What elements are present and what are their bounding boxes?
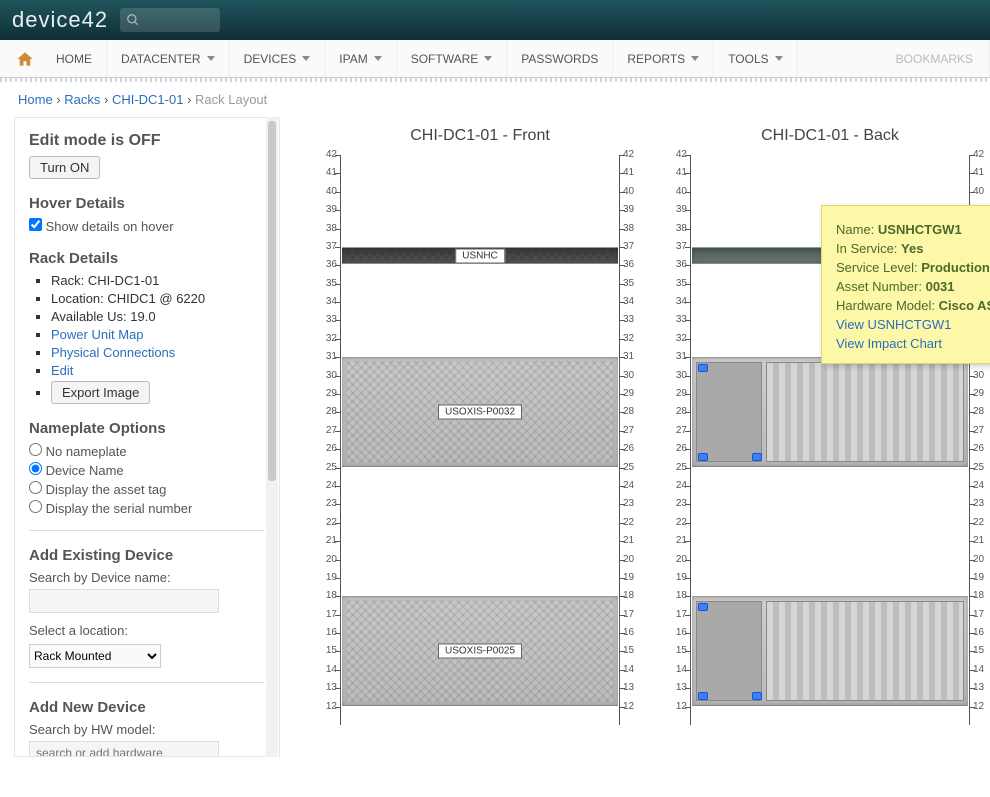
editmode-title: Edit mode is OFF (29, 132, 265, 150)
chevron-down-icon (775, 56, 783, 61)
search-icon (126, 13, 140, 27)
global-search[interactable] (120, 8, 220, 32)
nav-bookmarks[interactable]: BOOKMARKS (882, 40, 990, 77)
rack-area: CHI-DC1-01 - Front 424241414040393938383… (280, 117, 990, 757)
breadcrumb-racks[interactable]: Racks (64, 92, 100, 107)
breadcrumb-home[interactable]: Home (18, 92, 53, 107)
chevron-down-icon (302, 56, 310, 61)
rack-location: Location: CHIDC1 @ 6220 (51, 291, 265, 306)
search-device-label: Search by Device name: (29, 570, 265, 585)
search-hw-label: Search by HW model: (29, 722, 265, 737)
np-none[interactable]: No nameplate (29, 443, 265, 459)
nav-reports[interactable]: REPORTS (613, 40, 714, 77)
chevron-down-icon (374, 56, 382, 61)
top-bar: device42 (0, 0, 990, 40)
hover-checkbox-label[interactable]: Show details on hover (29, 218, 265, 234)
rack-device[interactable] (692, 357, 968, 466)
edit-link[interactable]: Edit (51, 363, 73, 378)
device-nameplate: USOXIS-P0032 (438, 404, 522, 419)
sidebar-scrollbar[interactable] (266, 117, 278, 757)
rack-back-title: CHI-DC1-01 - Back (690, 127, 970, 145)
device-nameplate: USNHC (455, 248, 505, 263)
tooltip-view-link[interactable]: View USNHCTGW1 (836, 317, 990, 332)
nav-datacenter[interactable]: DATACENTER (107, 40, 230, 77)
chevron-down-icon (207, 56, 215, 61)
export-image-button[interactable]: Export Image (51, 381, 150, 404)
device-tooltip: ✕ Name: USNHCTGW1 In Service: Yes Servic… (821, 205, 990, 364)
nav-software[interactable]: SOFTWARE (397, 40, 508, 77)
rack-front-title: CHI-DC1-01 - Front (340, 127, 620, 145)
np-device[interactable]: Device Name (29, 462, 265, 478)
search-hw-input[interactable] (29, 741, 219, 757)
breadcrumb-rack[interactable]: CHI-DC1-01 (112, 92, 184, 107)
rackdetails-title: Rack Details (29, 250, 265, 267)
chevron-down-icon (484, 56, 492, 61)
select-location-label: Select a location: (29, 623, 265, 638)
turn-on-button[interactable]: Turn ON (29, 156, 100, 179)
addnew-title: Add New Device (29, 699, 265, 716)
nav-ipam[interactable]: IPAM (325, 40, 396, 77)
power-unit-link[interactable]: Power Unit Map (51, 327, 143, 342)
hover-title: Hover Details (29, 195, 265, 212)
addexisting-title: Add Existing Device (29, 547, 265, 564)
rack-front: CHI-DC1-01 - Front 424241414040393938383… (340, 127, 620, 725)
np-serial[interactable]: Display the serial number (29, 500, 265, 516)
chevron-down-icon (691, 56, 699, 61)
home-icon[interactable] (8, 40, 42, 77)
physical-conn-link[interactable]: Physical Connections (51, 345, 175, 360)
location-select-1[interactable]: Rack Mounted (29, 644, 161, 668)
rack-device[interactable]: USOXIS-P0025 (342, 596, 618, 705)
hover-checkbox[interactable] (29, 218, 42, 231)
nav-home[interactable]: HOME (42, 40, 107, 77)
rack-device[interactable]: USOXIS-P0032 (342, 357, 618, 466)
rack-device[interactable]: USNHC (342, 247, 618, 264)
sidebar: Edit mode is OFF Turn ON Hover Details S… (14, 117, 280, 757)
nav-devices[interactable]: DEVICES (230, 40, 326, 77)
search-device-input[interactable] (29, 589, 219, 613)
nav-tools[interactable]: TOOLS (714, 40, 797, 77)
brand-logo: device42 (12, 7, 108, 33)
nameplate-title: Nameplate Options (29, 420, 265, 437)
main-nav: HOME DATACENTER DEVICES IPAM SOFTWARE PA… (0, 40, 990, 78)
device-nameplate: USOXIS-P0025 (438, 643, 522, 658)
nav-passwords[interactable]: PASSWORDS (507, 40, 613, 77)
breadcrumb-current: Rack Layout (195, 92, 267, 107)
np-asset[interactable]: Display the asset tag (29, 481, 265, 497)
rack-device[interactable] (692, 596, 968, 705)
tooltip-impact-link[interactable]: View Impact Chart (836, 336, 990, 351)
rack-available: Available Us: 19.0 (51, 309, 265, 324)
rack-name: Rack: CHI-DC1-01 (51, 273, 265, 288)
breadcrumb: Home › Racks › CHI-DC1-01 › Rack Layout (0, 82, 990, 117)
